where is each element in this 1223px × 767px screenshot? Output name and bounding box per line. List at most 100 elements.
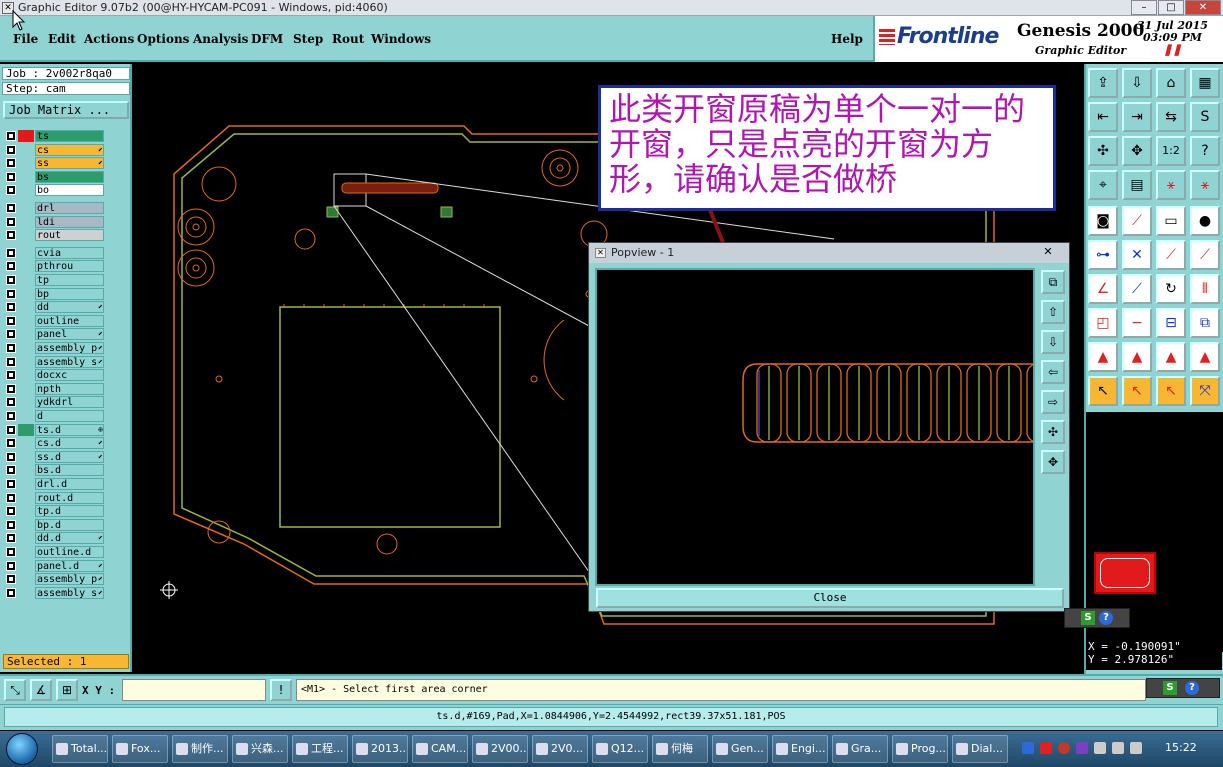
move-endpoint-icon[interactable]: ⟋ — [1190, 240, 1220, 270]
help-query-icon[interactable]: ? — [1190, 136, 1220, 166]
add-line-icon[interactable]: ⟋ — [1122, 206, 1152, 236]
layer-color-swatch[interactable] — [18, 247, 34, 259]
layer-color-swatch[interactable] — [18, 492, 34, 504]
taskbar-item[interactable]: Q12... — [592, 735, 648, 763]
layer-color-swatch[interactable] — [18, 587, 34, 599]
minimize-button[interactable]: – — [1131, 0, 1157, 15]
popview-pan-right-icon[interactable]: ⇨ — [1041, 390, 1065, 414]
layer-color-swatch[interactable] — [18, 410, 34, 422]
layer-name[interactable]: ss.d — [35, 450, 104, 463]
layer-row[interactable]: tp.d — [6, 505, 104, 518]
taskbar-item[interactable]: 工程... — [292, 735, 348, 763]
layer-color-swatch[interactable] — [18, 369, 34, 381]
layer-row[interactable]: bp — [6, 287, 104, 300]
layer-checkbox[interactable] — [6, 411, 16, 421]
layer-checkbox[interactable] — [6, 216, 16, 227]
menu-windows[interactable]: Windows — [371, 32, 431, 46]
taskbar-item[interactable]: 2V0... — [532, 735, 588, 763]
layer-row[interactable]: panel ⬋ — [6, 328, 104, 341]
taskbar-item[interactable]: 兴森... — [232, 735, 288, 763]
ime-help-icon[interactable]: ? — [1099, 611, 1113, 625]
layer-name[interactable]: outline — [35, 314, 104, 327]
layer-color-swatch[interactable] — [18, 260, 34, 272]
layer-row[interactable]: ldi — [6, 215, 104, 228]
layer-checkbox[interactable] — [6, 465, 16, 476]
width-icon[interactable]: ⊟ — [1156, 308, 1186, 338]
popview-pan-up-icon[interactable]: ⇧ — [1041, 300, 1065, 324]
dot-corner-icon[interactable]: ◰ — [1088, 308, 1118, 338]
layer-name[interactable]: cvia — [35, 246, 104, 259]
angle-icon[interactable]: ∠ — [1088, 274, 1118, 304]
layer-name[interactable]: dd.d — [35, 532, 104, 545]
layer-name[interactable]: assembly_s — [35, 355, 104, 368]
zoom-home-up-icon[interactable]: ⇪ — [1088, 68, 1118, 98]
menu-edit[interactable]: Edit — [48, 32, 76, 46]
layer-row[interactable]: cvia — [6, 246, 104, 259]
layer-color-swatch[interactable] — [18, 144, 34, 156]
grid-icon[interactable]: ▦ — [1190, 68, 1220, 98]
triangle-4-icon[interactable]: ▲ — [1190, 342, 1220, 372]
taskbar-item[interactable]: Dial... — [952, 735, 1008, 763]
taskbar-item[interactable]: 2013... — [352, 735, 408, 763]
layer-name[interactable]: bs.d — [35, 464, 104, 477]
layer-checkbox[interactable] — [6, 288, 16, 299]
layer-checkbox[interactable] — [6, 424, 16, 435]
layer-name[interactable]: ldi — [35, 215, 104, 228]
menu-actions[interactable]: Actions — [84, 32, 134, 46]
layer-checkbox[interactable] — [6, 329, 16, 340]
layer-name[interactable]: npth — [35, 382, 104, 395]
select-box-icon[interactable]: ↖ — [1156, 376, 1186, 406]
layer-color-swatch[interactable] — [18, 505, 34, 517]
connect-icon[interactable]: ⊶ — [1088, 240, 1118, 270]
layer-name[interactable]: cs — [35, 143, 104, 156]
home-icon[interactable]: ⌂ — [1156, 68, 1186, 98]
layer-name[interactable]: dd — [35, 301, 104, 314]
layer-color-swatch[interactable] — [18, 423, 34, 436]
layer-compare-icon[interactable]: ⚹ — [1156, 170, 1186, 200]
info-icon[interactable]: ! — [270, 679, 292, 701]
mirror-icon[interactable]: ⫴ — [1190, 274, 1220, 304]
layer-color-swatch[interactable] — [18, 356, 34, 368]
select-icon[interactable]: ↖ — [1088, 376, 1118, 406]
menu-help[interactable]: Help — [831, 32, 863, 46]
layer-name[interactable]: bo — [35, 184, 104, 197]
select-red-icon[interactable]: ↖ — [1122, 376, 1152, 406]
add-pad-icon[interactable]: ◙ — [1088, 206, 1118, 236]
layer-color-swatch[interactable] — [18, 546, 34, 558]
zoom-home-down-icon[interactable]: ⇩ — [1122, 68, 1152, 98]
layer-row[interactable]: dd ⬋ — [6, 301, 104, 314]
tray-volume-icon[interactable] — [1112, 742, 1124, 754]
layer-row[interactable]: drl — [6, 202, 104, 214]
popview-close-x[interactable]: ✕ — [1031, 244, 1065, 260]
angle-snap-icon[interactable]: ∡ — [30, 679, 52, 701]
layer-color-swatch[interactable] — [18, 573, 34, 585]
layer-row[interactable]: ss.d ⬋ — [6, 450, 104, 463]
menu-file[interactable]: File — [13, 32, 38, 46]
popview-zoom-in-icon[interactable]: ✣ — [1041, 420, 1065, 444]
triangle-1-icon[interactable]: ▲ — [1088, 342, 1118, 372]
layer-checkbox[interactable] — [6, 587, 16, 598]
layer-checkbox[interactable] — [6, 383, 16, 394]
layer-checkbox[interactable] — [6, 275, 16, 285]
taskbar-item[interactable]: Total... — [52, 735, 108, 763]
layer-color-swatch[interactable] — [18, 315, 34, 327]
taskbar-item[interactable]: Gra... — [832, 735, 888, 763]
snap-icon[interactable]: S — [1190, 102, 1220, 132]
taskbar-item[interactable]: Prog... — [892, 735, 948, 763]
layer-checkbox[interactable] — [6, 171, 16, 182]
layer-row[interactable]: cs ⬋ — [6, 143, 104, 156]
layer-row[interactable]: pthrou — [6, 260, 104, 273]
layer-row[interactable]: d — [6, 410, 104, 422]
layer-row[interactable]: docxc — [6, 369, 104, 382]
ruler-icon[interactable]: ▭ — [1156, 206, 1186, 236]
layer-name[interactable]: assembly_p — [35, 573, 104, 586]
tray-x-icon[interactable] — [1076, 742, 1088, 754]
layer-row[interactable]: bo — [6, 184, 104, 197]
layer-checkbox[interactable] — [6, 230, 16, 241]
layer-row[interactable]: ss ⬋ — [6, 157, 104, 170]
layer-name[interactable]: bp.d — [35, 518, 104, 531]
zoom-in-icon[interactable]: ✣ — [1088, 136, 1118, 166]
layer-checkbox[interactable] — [6, 547, 16, 557]
menu-step[interactable]: Step — [293, 32, 323, 46]
layer-color-swatch[interactable] — [18, 229, 34, 241]
